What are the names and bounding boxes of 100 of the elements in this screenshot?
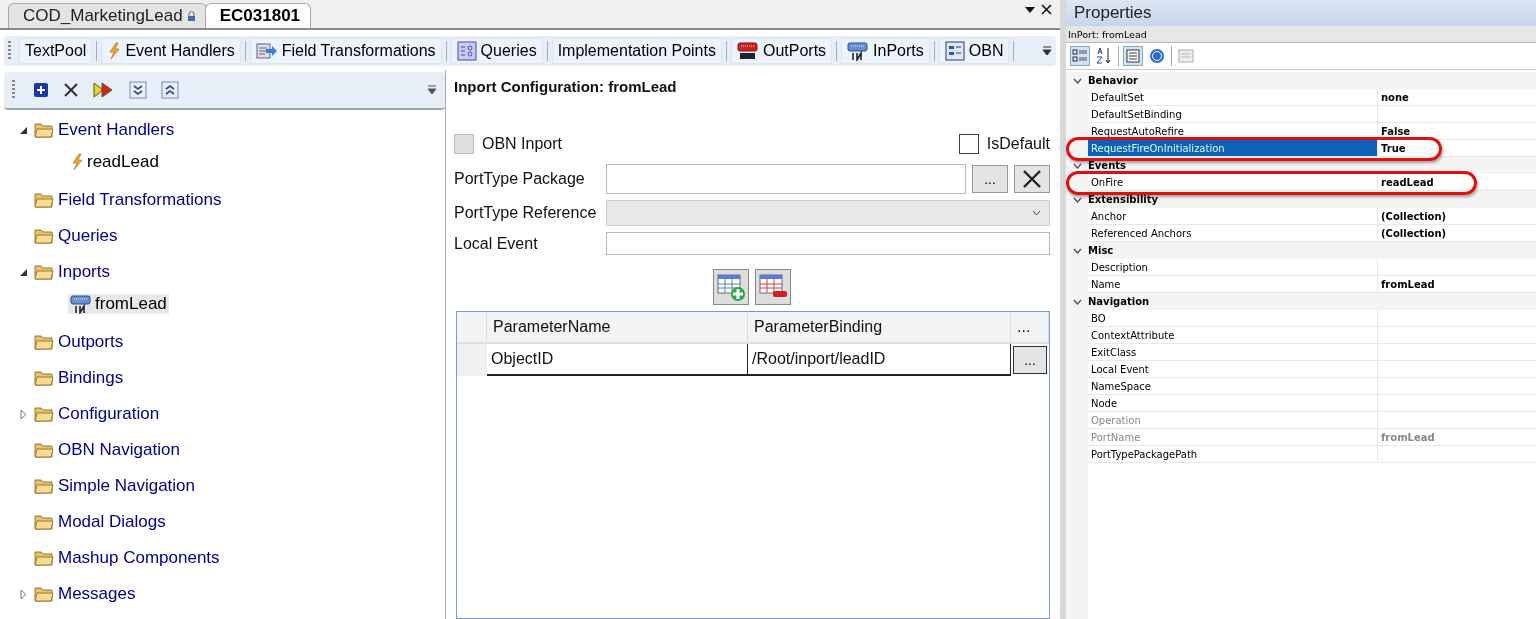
list-icon[interactable] [1123,46,1143,66]
property-name[interactable]: ExitClass [1088,344,1378,361]
table-cell[interactable]: /Root/inport/leadID [748,344,1011,376]
expanded-icon[interactable] [18,267,28,277]
queries-icon [456,41,477,61]
remove-row-button[interactable] [755,269,791,305]
dropdown-field[interactable] [606,200,1050,226]
field-label: PortType Reference [454,204,598,222]
property-name[interactable]: Anchor [1088,208,1378,225]
tree-item[interactable]: Outports [58,332,124,352]
add-icon[interactable] [33,82,49,98]
tree-item[interactable]: Field Transformations [58,190,222,210]
input-field[interactable] [606,232,1050,255]
help-icon[interactable] [1147,46,1167,66]
toolbar-button[interactable]: OutPorts [730,38,833,64]
column-header[interactable]: ParameterName [487,312,748,344]
toolbar-button[interactable]: Event Handlers [101,38,241,64]
checkbox-label: IsDefault [986,135,1050,153]
expanded-icon[interactable] [18,125,28,135]
toolbar-button[interactable]: TextPool [19,38,93,64]
selected-object: InPort: fromLead [1066,26,1536,43]
chevron-down-icon [1032,210,1041,216]
tree-item[interactable]: Inports [58,262,110,282]
close-icon[interactable] [1041,4,1052,15]
property-name[interactable]: Node [1088,395,1378,412]
folder-icon [34,585,54,603]
expand-all-icon[interactable] [129,81,147,99]
toolbar-button[interactable]: Queries [450,38,543,64]
property-value[interactable]: (Collection) [1378,208,1536,225]
inport-icon [847,41,870,61]
toolbar-button[interactable]: Field Transformations [249,38,442,64]
chevron-down-icon[interactable] [1072,298,1082,305]
property-name[interactable]: DefaultSetBinding [1088,106,1378,123]
tree-item[interactable]: fromLead [68,294,169,314]
document-tab[interactable]: COD_MarketingLead [8,3,207,28]
chevron-down-icon[interactable] [1072,77,1082,84]
dropdown-icon[interactable] [1025,6,1035,13]
lightning-icon [107,42,122,60]
browse-button[interactable]: ... [972,165,1008,193]
field-label: PortType Package [454,170,586,188]
tree-item[interactable]: Messages [58,584,136,604]
tree-item[interactable]: Queries [58,226,118,246]
property-name[interactable]: RequestFireOnInitialization [1088,140,1378,157]
chevron-down-icon[interactable] [1072,162,1082,169]
chevron-down-icon[interactable] [1072,247,1082,254]
lock-icon [186,10,196,22]
overflow-icon[interactable] [1042,46,1052,56]
delete-icon[interactable] [63,82,79,98]
chevron-down-icon[interactable] [1072,196,1082,203]
field-label: Local Event [454,234,539,253]
property-name[interactable]: ContextAttribute [1088,327,1378,344]
property-name[interactable]: Local Event [1088,361,1378,378]
clear-button[interactable] [1014,165,1050,193]
tree-item[interactable]: Simple Navigation [58,476,195,496]
column-header[interactable]: ParameterBinding [748,312,1011,344]
property-value[interactable]: False [1378,123,1536,140]
folder-icon [34,227,54,245]
checkbox[interactable] [958,134,979,154]
column-header[interactable]: ... [1011,312,1049,344]
property-name[interactable]: NameSpace [1088,378,1378,395]
collapsed-icon[interactable] [19,588,27,600]
overflow-icon[interactable] [427,85,437,95]
panel-icon [944,41,965,61]
folder-icon [34,477,54,495]
tree-item[interactable]: Event Handlers [58,120,175,140]
folder-icon [34,513,54,531]
property-name[interactable]: Description [1088,259,1378,276]
tree-item[interactable]: readLead [68,152,161,172]
document-tab[interactable]: EC031801 [204,3,312,28]
tree-item[interactable]: Mashup Components [58,548,220,568]
input-field[interactable] [606,164,966,194]
property-name[interactable]: BO [1088,310,1378,327]
toolbar-button[interactable]: InPorts [841,38,930,64]
folder-icon [34,121,54,139]
table-cell[interactable]: ObjectID [487,344,748,376]
folder-icon [34,333,54,351]
folder-icon [34,369,54,387]
tree-item[interactable]: OBN Navigation [58,440,180,460]
toolbar-button[interactable]: Implementation Points [551,38,722,64]
folder-icon [34,549,54,567]
tree-item[interactable]: Configuration [58,404,160,424]
folder-icon [34,191,54,209]
property-value[interactable]: none [1378,89,1536,106]
panel-title: Inport Configuration: fromLead [454,78,678,97]
panel-title: Properties [1066,0,1536,26]
arrows-icon[interactable] [93,82,115,98]
outport-icon [736,41,759,61]
folder-icon [34,263,54,281]
tree-item[interactable]: Modal Dialogs [58,512,166,532]
inport-icon [70,294,92,314]
collapse-all-icon[interactable] [161,81,179,99]
collapsed-icon[interactable] [19,408,27,420]
tree-item[interactable]: Bindings [58,368,124,388]
folder-icon [34,441,54,459]
folder-icon [34,405,54,423]
browse-button[interactable]: ... [1013,346,1047,374]
toolbar-button[interactable]: OBN [938,38,1010,64]
property-name[interactable]: DefaultSet [1088,89,1378,106]
property-name[interactable]: PortTypePackagePath [1088,446,1378,463]
add-row-button[interactable] [713,269,749,305]
